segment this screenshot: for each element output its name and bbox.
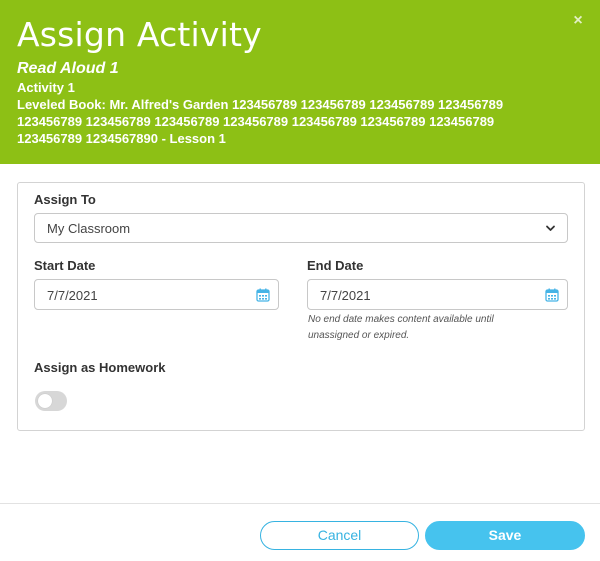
close-icon[interactable]: × xyxy=(571,13,585,29)
end-date-hint-line: No end date makes content available unti… xyxy=(308,314,494,325)
modal-header: Assign Activity Read Aloud 1 Activity 1 … xyxy=(0,0,600,164)
start-date-input[interactable]: 7/7/2021 xyxy=(34,279,279,310)
start-date-value: 7/7/2021 xyxy=(47,288,98,303)
book-title-line: 123456789 123456789 123456789 123456789 … xyxy=(17,114,495,129)
end-date-label: End Date xyxy=(307,258,364,273)
footer-divider xyxy=(0,503,600,504)
book-title-line: Leveled Book: Mr. Alfred's Garden 123456… xyxy=(17,97,504,112)
modal-title: Assign Activity xyxy=(17,15,262,54)
homework-label: Assign as Homework xyxy=(34,360,166,375)
assign-to-select[interactable]: My Classroom xyxy=(34,213,568,243)
book-title-line: 123456789 1234567890 - Lesson 1 xyxy=(17,131,226,146)
activity-subtitle: Read Aloud 1 xyxy=(17,60,119,77)
end-date-value: 7/7/2021 xyxy=(320,288,371,303)
end-date-hint-line: unassigned or expired. xyxy=(308,330,410,341)
end-date-hint: No end date makes content available unti… xyxy=(308,312,548,344)
cancel-button[interactable]: Cancel xyxy=(260,521,419,550)
assignment-form: Assign To My Classroom Start Date 7/7/20… xyxy=(17,182,585,431)
start-date-label: Start Date xyxy=(34,258,96,273)
calendar-icon[interactable] xyxy=(256,288,270,302)
assign-to-value: My Classroom xyxy=(47,221,131,236)
assign-activity-modal: Assign Activity Read Aloud 1 Activity 1 … xyxy=(0,0,600,561)
calendar-icon[interactable] xyxy=(545,288,559,302)
activity-name: Activity 1 xyxy=(17,80,75,95)
end-date-input[interactable]: 7/7/2021 xyxy=(307,279,568,310)
chevron-down-icon xyxy=(546,225,555,231)
save-button[interactable]: Save xyxy=(425,521,585,550)
assign-to-label: Assign To xyxy=(34,192,96,207)
homework-toggle[interactable] xyxy=(35,391,67,411)
toggle-knob xyxy=(38,394,52,408)
